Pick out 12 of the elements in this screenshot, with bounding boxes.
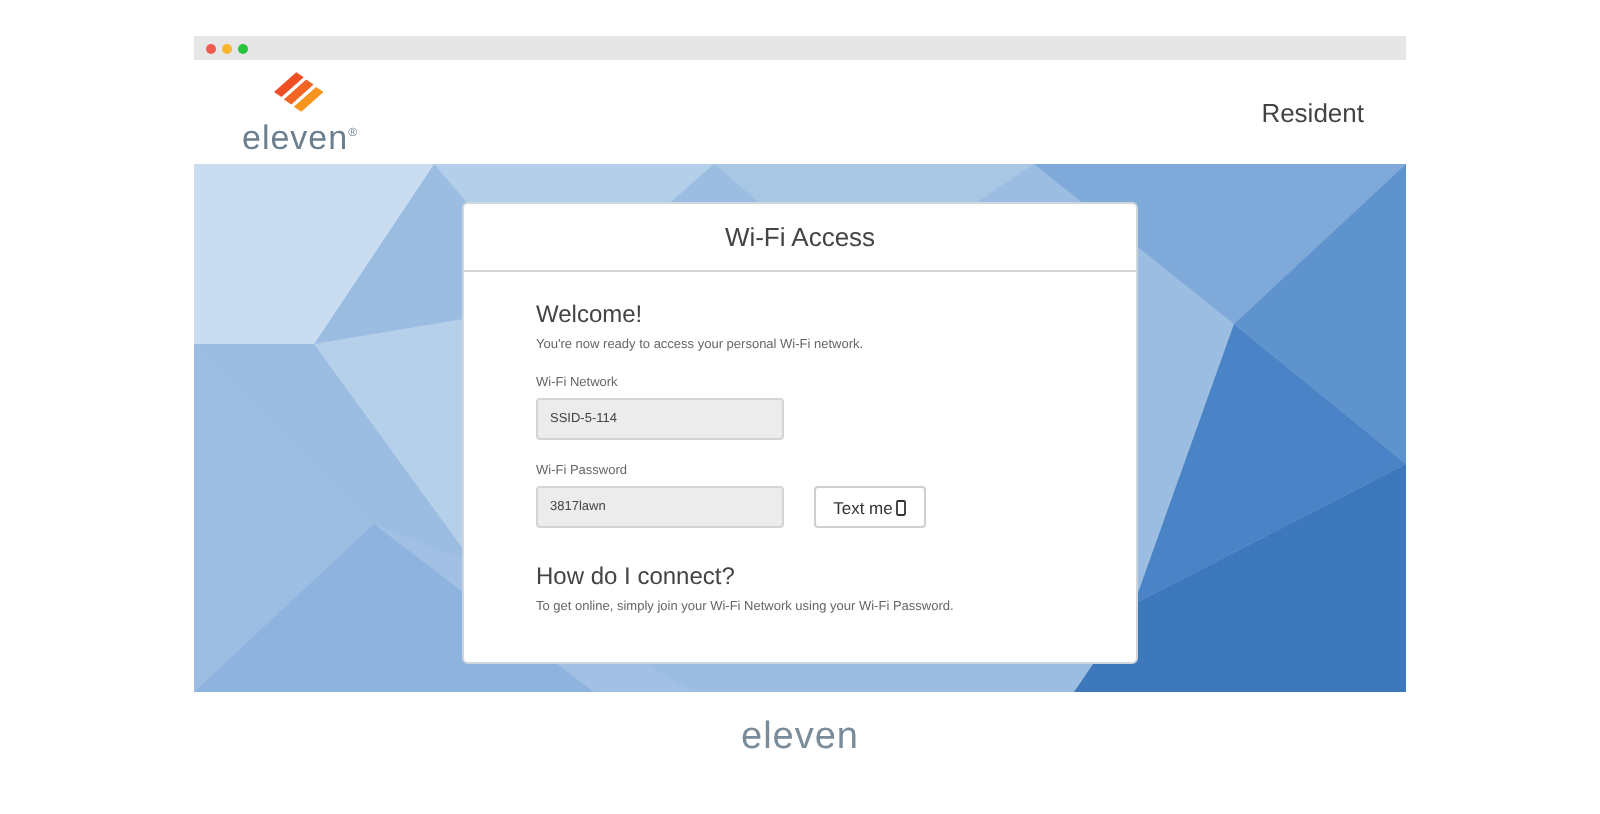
maximize-icon[interactable] (238, 43, 248, 53)
phone-icon (896, 499, 907, 515)
close-icon[interactable] (206, 43, 216, 53)
footer-logo: eleven (741, 716, 859, 760)
welcome-heading: Welcome! (536, 300, 645, 328)
minimize-icon[interactable] (222, 43, 232, 53)
text-me-button[interactable]: Text me (814, 486, 926, 528)
user-label[interactable]: Resident (1261, 97, 1364, 127)
logo-text: eleven$^{®}$ (242, 116, 359, 157)
logo-icon (274, 67, 327, 116)
card-title: Wi-Fi Access (464, 204, 1136, 272)
help-heading: How do I connect? (536, 562, 737, 590)
